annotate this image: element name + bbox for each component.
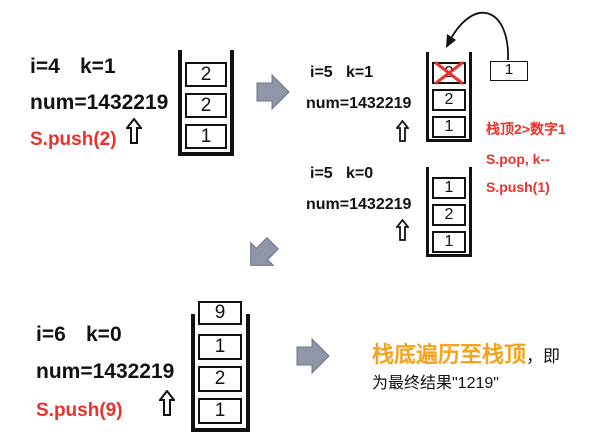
step2a-i-label: i=5 [310, 64, 333, 81]
step1-num-label: num=1432219 [30, 91, 169, 114]
step3-num-label: num=1432219 [36, 360, 175, 383]
curved-arrow-icon [446, 11, 509, 61]
step3-pointer-up-arrow-icon [159, 390, 175, 416]
step2b-i-label: i=5 [310, 165, 333, 182]
result-suffix: ，即 [526, 347, 561, 366]
stack-cell: 1 [185, 124, 227, 149]
result-line1: 栈底遍历至栈顶，即 [372, 344, 560, 367]
step2b-k-label: k=0 [346, 165, 374, 182]
right-arrow-icon [256, 74, 290, 110]
stack-wall-left [426, 52, 429, 142]
step2a-k-label: k=1 [346, 64, 374, 81]
stack-cell: 1 [198, 334, 242, 360]
step3-push-label: S.push(9) [36, 400, 123, 421]
result-title: 栈底遍历至栈顶 [372, 342, 527, 367]
stack-cell: 2 [198, 366, 242, 392]
stack-cell: 9 [198, 301, 242, 325]
step3-i-label: i=6 [36, 323, 66, 346]
stack-wall-bottom [191, 428, 250, 432]
stack-wall-left [178, 50, 182, 156]
step2b-pointer-up-arrow-icon [396, 219, 409, 241]
down-left-arrow-icon [250, 237, 279, 266]
result-line2: 为最终结果"1219" [372, 375, 499, 392]
step1-i-label: i=4 [30, 55, 60, 78]
step2a-pointer-up-arrow-icon [396, 120, 409, 142]
stack-cell: 2 [432, 204, 466, 226]
stack-cell: 1 [198, 398, 242, 424]
step1-pointer-up-arrow-icon [126, 118, 142, 144]
stack-cell: 2 [185, 93, 227, 118]
stack-wall-left [191, 314, 195, 432]
stack-wall-bottom [426, 254, 472, 257]
right-arrow-icon [296, 338, 330, 374]
stack-cell: 1 [432, 231, 466, 253]
step2a-num-label: num=1432219 [306, 95, 412, 112]
push-note: S.push(1) [486, 179, 550, 195]
step1-k-label: k=1 [80, 55, 116, 78]
step1-push-label: S.push(2) [30, 129, 117, 150]
step2b-num-label: num=1432219 [306, 196, 412, 213]
stack-wall-right [230, 50, 234, 156]
stack-cell: 2 [432, 89, 466, 111]
stack-cell: 2 [185, 62, 227, 87]
stack-wall-bottom [178, 152, 234, 156]
stack-wall-bottom [426, 139, 472, 142]
stack-wall-right [469, 52, 472, 142]
popped-value-box: 1 [490, 61, 528, 81]
stack-cell: 1 [432, 116, 466, 138]
stack-wall-right [246, 314, 250, 432]
stack-wall-right [469, 167, 472, 257]
stack-wall-left [426, 167, 429, 257]
pop-note: S.pop, k-- [486, 151, 550, 167]
stack-cell: 1 [432, 177, 466, 199]
step3-k-label: k=0 [86, 323, 122, 346]
compare-note: 栈顶2>数字1 [486, 121, 566, 137]
